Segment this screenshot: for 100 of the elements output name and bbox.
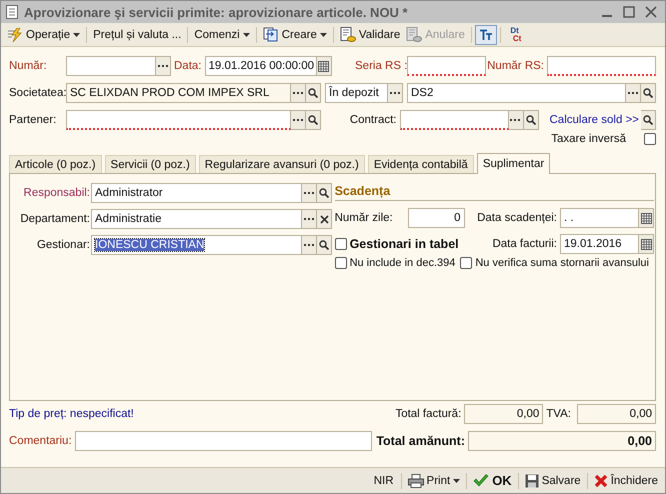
debit-credit-button[interactable]: Dt Ct	[504, 26, 526, 42]
toolbar-button[interactable]: Creare	[260, 25, 330, 44]
clear-button[interactable]	[317, 209, 332, 229]
field-label: Responsabil:	[22, 187, 91, 199]
close-icon[interactable]	[645, 6, 657, 18]
field-label: Total factură:	[395, 408, 462, 420]
field-label: Contract:	[350, 114, 396, 126]
input-field[interactable]	[66, 110, 291, 130]
input-field[interactable]: IONESCU CRISTIAN	[91, 235, 302, 255]
field-label: Partener:	[9, 114, 58, 126]
search-button[interactable]	[306, 83, 321, 103]
caret-icon	[242, 32, 250, 36]
ellipsis-icon	[158, 64, 168, 68]
window-title: Aprovizionare şi servicii primite: aprovizionare articole. NOU *	[24, 4, 408, 20]
toolbar-button[interactable]: Operație	[4, 26, 84, 44]
tab[interactable]: Servicii (0 poz.)	[104, 155, 196, 173]
calendar-icon	[318, 60, 329, 72]
status-bar-button[interactable]: Print	[404, 472, 464, 490]
search-icon	[643, 115, 653, 125]
input-field[interactable]	[74, 431, 372, 451]
field-label: Număr RS:	[486, 60, 545, 72]
printer-icon	[408, 474, 424, 488]
input-field[interactable]: Administratie	[91, 209, 302, 229]
field-label: Număr:	[9, 60, 48, 72]
browse-button[interactable]	[302, 235, 317, 255]
input-field[interactable]	[407, 56, 486, 76]
input-field[interactable]: 0,00	[464, 404, 544, 424]
input-field[interactable]	[66, 56, 156, 76]
field-label: Societatea:	[9, 87, 66, 99]
caret-icon	[73, 32, 80, 36]
tab[interactable]: Articole (0 poz.)	[9, 155, 102, 173]
input-field[interactable]: 0	[408, 208, 465, 228]
browse-button[interactable]	[388, 83, 403, 103]
field-label: Total amănunt:	[376, 434, 465, 448]
search-icon	[308, 115, 318, 125]
caret-icon	[320, 32, 327, 36]
tab[interactable]: Regularizare avansuri (0 poz.)	[198, 155, 365, 173]
search-button[interactable]	[317, 235, 332, 255]
input-field[interactable]: DS2	[407, 83, 626, 103]
input-field[interactable]: Administrator	[91, 183, 302, 203]
toggle-button[interactable]	[474, 24, 497, 44]
search-icon	[319, 188, 329, 198]
field-label: Număr zile:	[334, 212, 394, 224]
input-field[interactable]: În depozit	[325, 83, 388, 103]
calculate-balance-link[interactable]: Calculare sold >>	[550, 114, 639, 126]
field-label: Seria RS :	[355, 60, 407, 72]
calendar-icon	[640, 212, 652, 224]
ellipsis-icon	[304, 218, 314, 220]
ellipsis-icon	[304, 192, 314, 194]
status-bar-button[interactable]: Salvare	[522, 472, 584, 490]
close-icon	[320, 214, 328, 224]
search-icon	[319, 240, 329, 250]
input-field[interactable]: 19.01.2016 00:00:00	[204, 56, 316, 76]
calendar-button[interactable]	[639, 208, 654, 228]
toolbar-button[interactable]: Prețul și valuta ...	[90, 26, 184, 42]
input-field[interactable]: SC ELIXDAN PROD COM IMPEX SRL	[66, 83, 291, 103]
toolbar-button[interactable]: Comenzi	[191, 26, 253, 42]
search-button[interactable]	[317, 183, 332, 203]
checkbox[interactable]	[334, 238, 347, 250]
field-label: Data:	[174, 60, 202, 72]
browse-button[interactable]	[626, 83, 641, 103]
checkbox[interactable]	[460, 257, 472, 269]
input-field[interactable]: . .	[560, 208, 639, 228]
search-button[interactable]	[641, 110, 656, 130]
browse-button[interactable]	[291, 110, 306, 130]
browse-button[interactable]	[302, 209, 317, 229]
search-button[interactable]	[306, 110, 321, 130]
field-label: Departament:	[19, 213, 91, 225]
field-label: Comentariu:	[9, 435, 72, 447]
copy-icon	[262, 27, 279, 42]
search-icon	[526, 115, 536, 125]
close-icon	[594, 474, 608, 488]
tab[interactable]: Evidența contabilă	[368, 155, 474, 173]
input-field[interactable]	[400, 110, 508, 130]
status-bar-button[interactable]: Închidere	[590, 472, 661, 490]
checkbox[interactable]	[334, 257, 347, 269]
status-bar-button[interactable]: OK	[470, 471, 515, 490]
browse-button[interactable]	[302, 183, 317, 203]
input-field[interactable]: 0,00	[468, 431, 656, 451]
calendar-button[interactable]	[639, 234, 654, 254]
browse-button[interactable]	[291, 83, 306, 103]
search-icon	[308, 88, 318, 98]
ellipsis-icon	[292, 92, 304, 94]
browse-button[interactable]	[156, 56, 171, 76]
search-icon	[643, 88, 653, 98]
input-field[interactable]	[547, 56, 656, 76]
checkmark-icon	[473, 474, 490, 487]
calendar-button[interactable]	[316, 56, 332, 76]
search-button[interactable]	[641, 83, 656, 103]
checkbox[interactable]	[644, 133, 656, 145]
browse-button[interactable]	[508, 110, 524, 130]
toolbar-button[interactable]: Validare	[336, 24, 404, 44]
tab[interactable]: Suplimentar	[476, 153, 550, 174]
input-field[interactable]: 19.01.2016	[560, 234, 639, 254]
input-field[interactable]: 0,00	[577, 404, 656, 424]
maximize-icon[interactable]	[623, 6, 635, 18]
field-label: Data facturii:	[492, 238, 557, 250]
search-button[interactable]	[524, 110, 538, 130]
checkbox-label: Nu include in dec.394	[350, 257, 456, 269]
field-label: Data scadenței:	[477, 212, 557, 224]
